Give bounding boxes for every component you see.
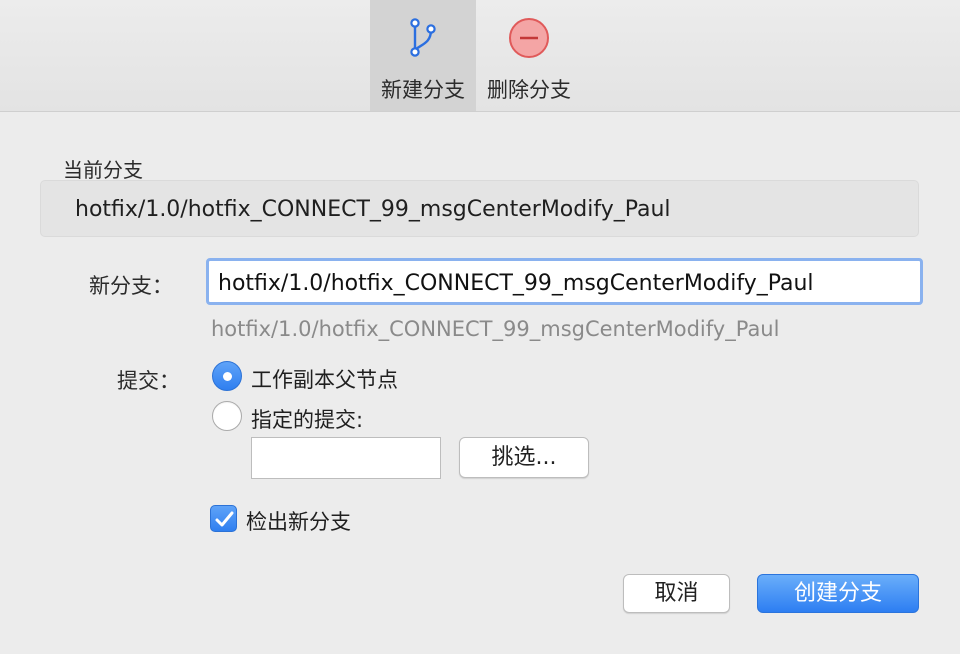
new-branch-preview: hotfix/1.0/hotfix_CONNECT_99_msgCenterMo… — [211, 317, 780, 341]
current-branch-label: 当前分支 — [63, 158, 143, 182]
new-branch-input[interactable] — [218, 267, 908, 299]
delete-branch-toolbar-label: 删除分支 — [487, 78, 571, 102]
specified-commit-label[interactable]: 指定的提交: — [251, 404, 363, 434]
create-branch-button[interactable]: 创建分支 — [757, 574, 919, 613]
new-branch-label: 新分支： — [89, 274, 173, 298]
toolbar: 新建分支 删除分支 — [0, 0, 960, 112]
cancel-button[interactable]: 取消 — [623, 574, 730, 613]
checkmark-icon — [215, 511, 234, 527]
pick-commit-button[interactable]: 挑选... — [459, 437, 589, 478]
branch-icon — [370, 16, 476, 60]
current-branch-value: hotfix/1.0/hotfix_CONNECT_99_msgCenterMo… — [75, 197, 671, 222]
working-copy-parent-radio[interactable] — [212, 361, 242, 391]
commit-label: 提交： — [117, 369, 180, 393]
specified-commit-input[interactable] — [251, 437, 441, 479]
delete-branch-toolbar-button[interactable]: 删除分支 — [476, 0, 582, 111]
minus-circle-icon — [476, 16, 582, 60]
new-branch-toolbar-label: 新建分支 — [381, 78, 465, 102]
working-copy-parent-label[interactable]: 工作副本父节点 — [251, 364, 398, 394]
current-branch-box: hotfix/1.0/hotfix_CONNECT_99_msgCenterMo… — [40, 180, 919, 237]
specified-commit-radio[interactable] — [212, 401, 242, 431]
new-branch-field[interactable] — [206, 258, 923, 305]
new-branch-toolbar-button[interactable]: 新建分支 — [370, 0, 476, 111]
checkout-label[interactable]: 检出新分支 — [246, 506, 351, 536]
checkout-checkbox[interactable] — [210, 505, 237, 532]
